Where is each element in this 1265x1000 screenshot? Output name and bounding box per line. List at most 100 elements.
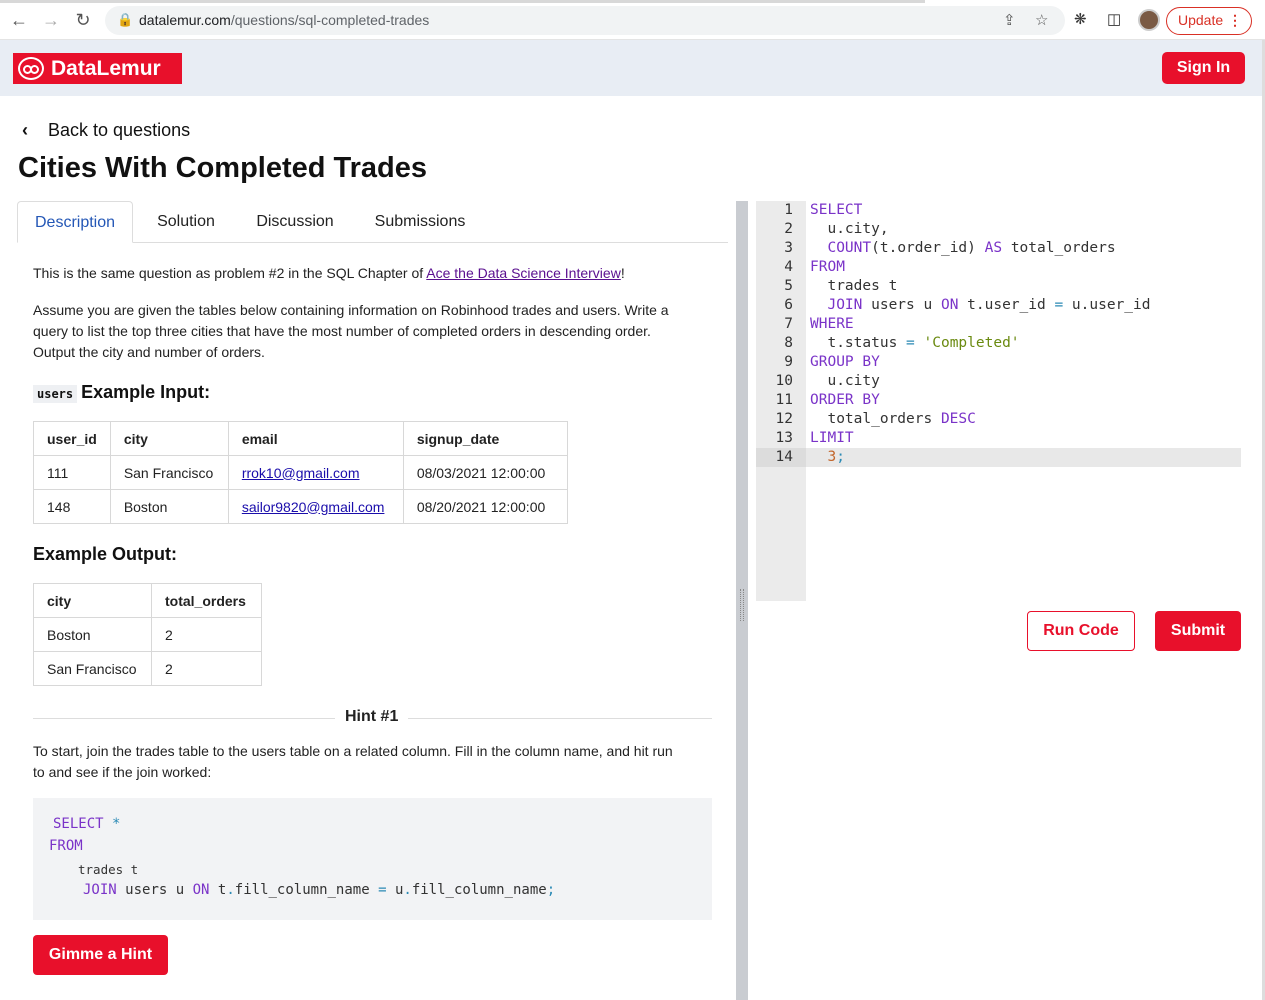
table-row: San Francisco 2 <box>33 651 262 686</box>
column-header: total_orders <box>151 583 262 618</box>
profile-avatar[interactable] <box>1138 9 1160 31</box>
code-line: trades t <box>78 862 139 877</box>
table-row: 111 San Francisco rrok10@gmail.com 08/03… <box>33 455 568 490</box>
reload-icon[interactable]: ↻ <box>72 9 94 31</box>
code-text: ORDER BY <box>810 392 880 408</box>
line-number: 14 <box>756 448 806 467</box>
table-row: 148 Boston sailor9820@gmail.com 08/20/20… <box>33 489 568 524</box>
editor-line[interactable]: 1 SELECT <box>756 201 1241 220</box>
address-bar[interactable]: 🔒 datalemur.com/questions/sql-completed-… <box>105 6 1065 35</box>
browser-toolbar: ← → ↻ 🔒 datalemur.com/questions/sql-comp… <box>0 0 1265 40</box>
lemur-icon <box>18 57 44 80</box>
line-number: 4 <box>784 259 793 275</box>
editor-line[interactable]: 12 total_orders DESC <box>756 410 1241 429</box>
code-text: FROM <box>810 259 845 275</box>
ace-the-ds-interview-link[interactable]: Ace the Data Science Interview <box>426 265 621 281</box>
email-link[interactable]: sailor9820@gmail.com <box>242 499 385 515</box>
editor-line[interactable]: 10 u.city <box>756 372 1241 391</box>
line-number: 9 <box>784 354 793 370</box>
editor-line[interactable]: 9 GROUP BY <box>756 353 1241 372</box>
code-text: t.status = 'Completed' <box>810 335 1020 351</box>
example-input-heading: users Example Input: <box>33 382 210 403</box>
intro-paragraph: This is the same question as problem #2 … <box>33 265 625 281</box>
code-text: total_orders DESC <box>810 411 976 427</box>
column-header: email <box>227 421 404 456</box>
site-header: DataLemur Sign In <box>0 40 1262 96</box>
line-number: 1 <box>784 202 793 218</box>
back-to-questions-link[interactable]: ‹ Back to questions <box>22 120 190 141</box>
tab-submissions[interactable]: Submissions <box>361 201 479 243</box>
sign-in-button[interactable]: Sign In <box>1162 52 1245 84</box>
submit-button[interactable]: Submit <box>1155 611 1241 651</box>
bookmark-star-icon[interactable]: ☆ <box>1035 11 1048 29</box>
users-input-table: user_id city email signup_date 111 San F… <box>33 421 568 524</box>
extensions-puzzle-icon[interactable]: ❋ <box>1074 10 1087 28</box>
example-output-heading: Example Output: <box>33 544 178 564</box>
url-text: datalemur.com/questions/sql-completed-tr… <box>139 12 430 28</box>
code-text: JOIN users u ON t.user_id = u.user_id <box>827 297 1151 313</box>
column-header: city <box>33 583 152 618</box>
code-text: 3; <box>827 449 845 465</box>
editor-line[interactable]: 6 JOIN users u ON t.user_id = u.user_id <box>756 296 1241 315</box>
code-line: JOIN users u ON t.fill_column_name = u.f… <box>83 882 556 898</box>
forward-arrow-icon[interactable]: → <box>40 9 62 31</box>
line-number: 12 <box>775 411 793 427</box>
chevron-left-icon: ‹ <box>22 120 28 140</box>
code-line: SELECT * <box>53 816 121 832</box>
tab-solution[interactable]: Solution <box>143 201 229 243</box>
editor-line[interactable]: 11 ORDER BY <box>756 391 1241 410</box>
line-number: 3 <box>784 240 793 256</box>
datalemur-logo[interactable]: DataLemur <box>13 53 182 84</box>
line-number: 5 <box>784 278 793 294</box>
line-number: 6 <box>784 297 793 313</box>
drag-handle-icon[interactable] <box>740 589 744 621</box>
page-title: Cities With Completed Trades <box>18 152 428 184</box>
line-number: 7 <box>784 316 793 332</box>
editor-line[interactable]: 2 u.city, <box>756 220 1241 239</box>
tab-bar: Description Solution Discussion Submissi… <box>17 201 728 243</box>
code-text: GROUP BY <box>810 354 880 370</box>
hint-text: To start, join the trades table to the u… <box>33 743 673 780</box>
hint-code-block: SELECT * FROM trades t JOIN users u ON t… <box>33 798 712 920</box>
code-text: LIMIT <box>810 430 854 446</box>
panel-splitter[interactable] <box>736 201 748 1000</box>
column-header: user_id <box>33 421 111 456</box>
editor-line[interactable]: 13 LIMIT <box>756 429 1241 448</box>
code-text: COUNT(t.order_id) AS total_orders <box>827 240 1116 256</box>
email-link[interactable]: rrok10@gmail.com <box>242 465 360 481</box>
line-number: 11 <box>775 392 793 408</box>
output-table: city total_orders Boston 2 San Francisco… <box>33 583 262 686</box>
code-text: SELECT <box>810 202 863 218</box>
editor-line[interactable]: 8 t.status = 'Completed' <box>756 334 1241 353</box>
back-arrow-icon[interactable]: ← <box>8 9 30 31</box>
line-number: 13 <box>775 430 793 446</box>
problem-statement: Assume you are given the tables below co… <box>33 302 669 360</box>
line-number: 8 <box>784 335 793 351</box>
run-code-button[interactable]: Run Code <box>1027 611 1135 651</box>
logo-text: DataLemur <box>51 57 161 80</box>
code-text: WHERE <box>810 316 854 332</box>
editor-line[interactable]: 5 trades t <box>756 277 1241 296</box>
tab-description[interactable]: Description <box>17 201 133 243</box>
share-icon[interactable]: ⇪ <box>1003 11 1016 29</box>
column-header: city <box>109 421 229 456</box>
gimme-a-hint-button[interactable]: Gimme a Hint <box>33 935 168 975</box>
tab-discussion[interactable]: Discussion <box>243 201 347 243</box>
editor-line[interactable]: 7 WHERE <box>756 315 1241 334</box>
line-number: 2 <box>784 221 793 237</box>
hint-title: Hint #1 <box>335 708 409 726</box>
sql-code-editor[interactable]: 1 SELECT 2 u.city, 3 COUNT(t.order_id) AS t… <box>756 201 1241 601</box>
editor-line[interactable]: 14 3; <box>756 448 1241 467</box>
code-text: u.city <box>810 373 880 389</box>
update-button[interactable]: Update ⋮ <box>1166 7 1252 35</box>
code-line: FROM <box>49 838 83 854</box>
side-panel-icon[interactable]: ◫ <box>1107 10 1121 28</box>
code-text: trades t <box>810 278 898 294</box>
editor-line[interactable]: 4 FROM <box>756 258 1241 277</box>
editor-line[interactable]: 3 COUNT(t.order_id) AS total_orders <box>756 239 1241 258</box>
lock-icon: 🔒 <box>117 12 134 27</box>
code-text: u.city, <box>810 221 889 237</box>
menu-dots-icon[interactable]: ⋮ <box>1228 8 1242 33</box>
line-number: 10 <box>775 373 793 389</box>
column-header: signup_date <box>402 421 568 456</box>
